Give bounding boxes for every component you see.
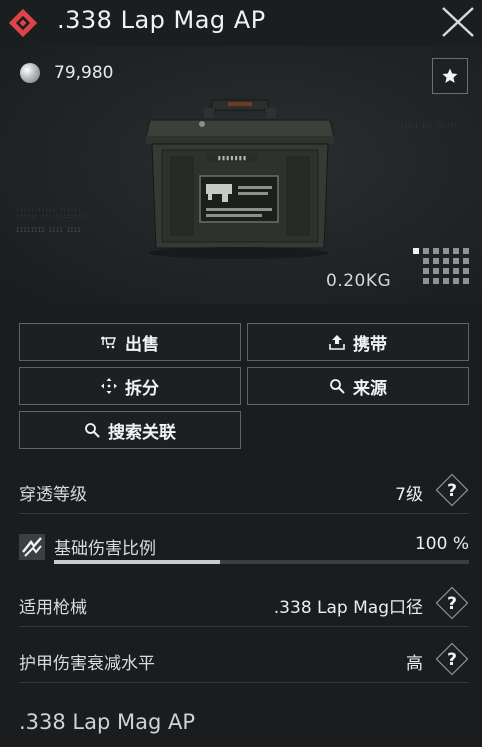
source-button[interactable]: 来源 bbox=[247, 367, 469, 405]
carry-button[interactable]: 携带 bbox=[247, 323, 469, 361]
stat-row-weapon: 适用枪械 .338 Lap Mag口径 ? bbox=[19, 582, 469, 627]
star-icon bbox=[442, 68, 458, 83]
stat-row-armor-decay: 护甲伤害衰减水平 高 ? bbox=[19, 638, 469, 683]
sell-icon bbox=[101, 336, 116, 349]
search-icon bbox=[330, 379, 345, 394]
stat-label: 基础伤害比例 bbox=[54, 539, 156, 559]
damage-icon bbox=[19, 534, 45, 560]
svg-text:?: ? bbox=[447, 481, 457, 501]
split-button[interactable]: 拆分 bbox=[19, 367, 241, 405]
sell-button[interactable]: 出售 bbox=[19, 323, 241, 361]
stat-value: 7级 bbox=[395, 485, 423, 505]
carry-label: 携带 bbox=[353, 334, 387, 355]
inventory-size-grid-icon bbox=[413, 248, 469, 284]
upload-icon bbox=[329, 335, 345, 350]
help-icon[interactable]: ? bbox=[435, 586, 469, 620]
stat-row-penetration: 穿透等级 7级 ? bbox=[19, 469, 469, 514]
stat-value: .338 Lap Mag口径 bbox=[273, 598, 423, 618]
stat-value: 高 bbox=[406, 654, 423, 674]
stat-label: 适用枪械 bbox=[19, 598, 87, 618]
split-label: 拆分 bbox=[125, 378, 159, 399]
background-decoration: ::::: ::: :::::: bbox=[400, 122, 458, 129]
svg-text:?: ? bbox=[447, 650, 457, 670]
stat-label: 护甲伤害衰减水平 bbox=[19, 654, 155, 674]
svg-text:▮▮▮▮▮▮▮: ▮▮▮▮▮▮▮ bbox=[217, 154, 247, 162]
background-decoration: ::::::::::: :::::::::::: ::: ::::::::: II… bbox=[16, 206, 89, 234]
ammo-box-image: ▮▮▮▮▮▮▮ bbox=[145, 99, 335, 259]
item-weight: 0.20KG bbox=[326, 271, 392, 291]
search-related-button[interactable]: 搜索关联 bbox=[19, 411, 241, 449]
svg-text:?: ? bbox=[447, 594, 457, 614]
item-preview: ::::::::::: :::::::::::: ::: ::::::::: II… bbox=[0, 46, 482, 304]
search-related-label: 搜索关联 bbox=[108, 422, 176, 443]
sell-label: 出售 bbox=[125, 334, 159, 355]
help-icon[interactable]: ? bbox=[435, 642, 469, 676]
item-name-footer: .338 Lap Mag AP bbox=[19, 710, 196, 734]
source-label: 来源 bbox=[353, 378, 387, 399]
item-price: 79,980 bbox=[54, 63, 114, 83]
stat-value: 100 % bbox=[414, 534, 469, 554]
rarity-diamond-icon bbox=[8, 8, 38, 38]
damage-ratio-bar-fill bbox=[54, 560, 220, 564]
damage-ratio-bar bbox=[54, 560, 469, 564]
currency-icon bbox=[20, 63, 40, 83]
stat-label: 穿透等级 bbox=[19, 485, 87, 505]
help-icon[interactable]: ? bbox=[435, 473, 469, 507]
split-icon bbox=[101, 378, 117, 394]
stat-row-damage-ratio: 基础伤害比例 100 % bbox=[19, 525, 469, 565]
item-header: .338 Lap Mag AP bbox=[0, 0, 482, 46]
favorite-button[interactable] bbox=[432, 58, 468, 94]
search-icon bbox=[85, 423, 100, 438]
item-title: .338 Lap Mag AP bbox=[57, 6, 266, 34]
close-icon[interactable] bbox=[440, 4, 476, 40]
